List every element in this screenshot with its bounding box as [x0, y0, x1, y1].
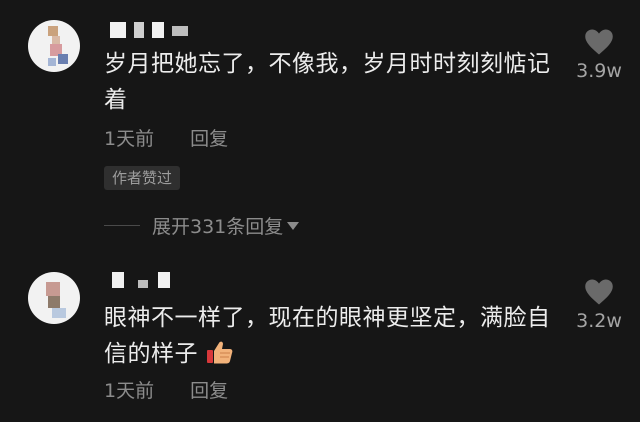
heart-icon — [585, 29, 613, 55]
comment-meta: 1天前 回复 — [104, 124, 258, 151]
like-count: 3.2w — [576, 310, 622, 332]
reply-button[interactable]: 回复 — [190, 128, 228, 150]
comment-item: 岁月把她忘了，不像我，岁月时时刻刻惦记着 1天前 回复 作者赞过 展开331条回… — [0, 0, 640, 262]
expand-replies-label: 展开331条回复 — [152, 216, 284, 238]
avatar[interactable] — [28, 20, 80, 72]
expand-replies-button[interactable]: 展开331条回复 — [104, 212, 300, 239]
thumbs-up-emoji-icon — [206, 339, 234, 365]
reply-button[interactable]: 回复 — [190, 380, 228, 402]
like-button[interactable]: 3.9w — [570, 28, 628, 82]
like-count: 3.9w — [576, 60, 622, 82]
comment-time: 1天前 — [104, 128, 155, 150]
comment-text-body: 眼神不一样了，现在的眼神更坚定，满脸自信的样子 — [104, 305, 551, 367]
avatar[interactable] — [28, 272, 80, 324]
divider — [104, 225, 140, 226]
heart-icon — [585, 279, 613, 305]
comment-time: 1天前 — [104, 380, 155, 402]
comment-meta: 1天前 回复 — [104, 376, 258, 403]
triangle-down-icon — [287, 221, 300, 230]
author-liked-badge: 作者赞过 — [104, 166, 181, 190]
comment-text: 岁月把她忘了，不像我，岁月时时刻刻惦记着 — [104, 51, 551, 113]
like-button[interactable]: 3.2w — [570, 278, 628, 332]
comment-text: 眼神不一样了，现在的眼神更坚定，满脸自信的样子 — [104, 300, 556, 372]
